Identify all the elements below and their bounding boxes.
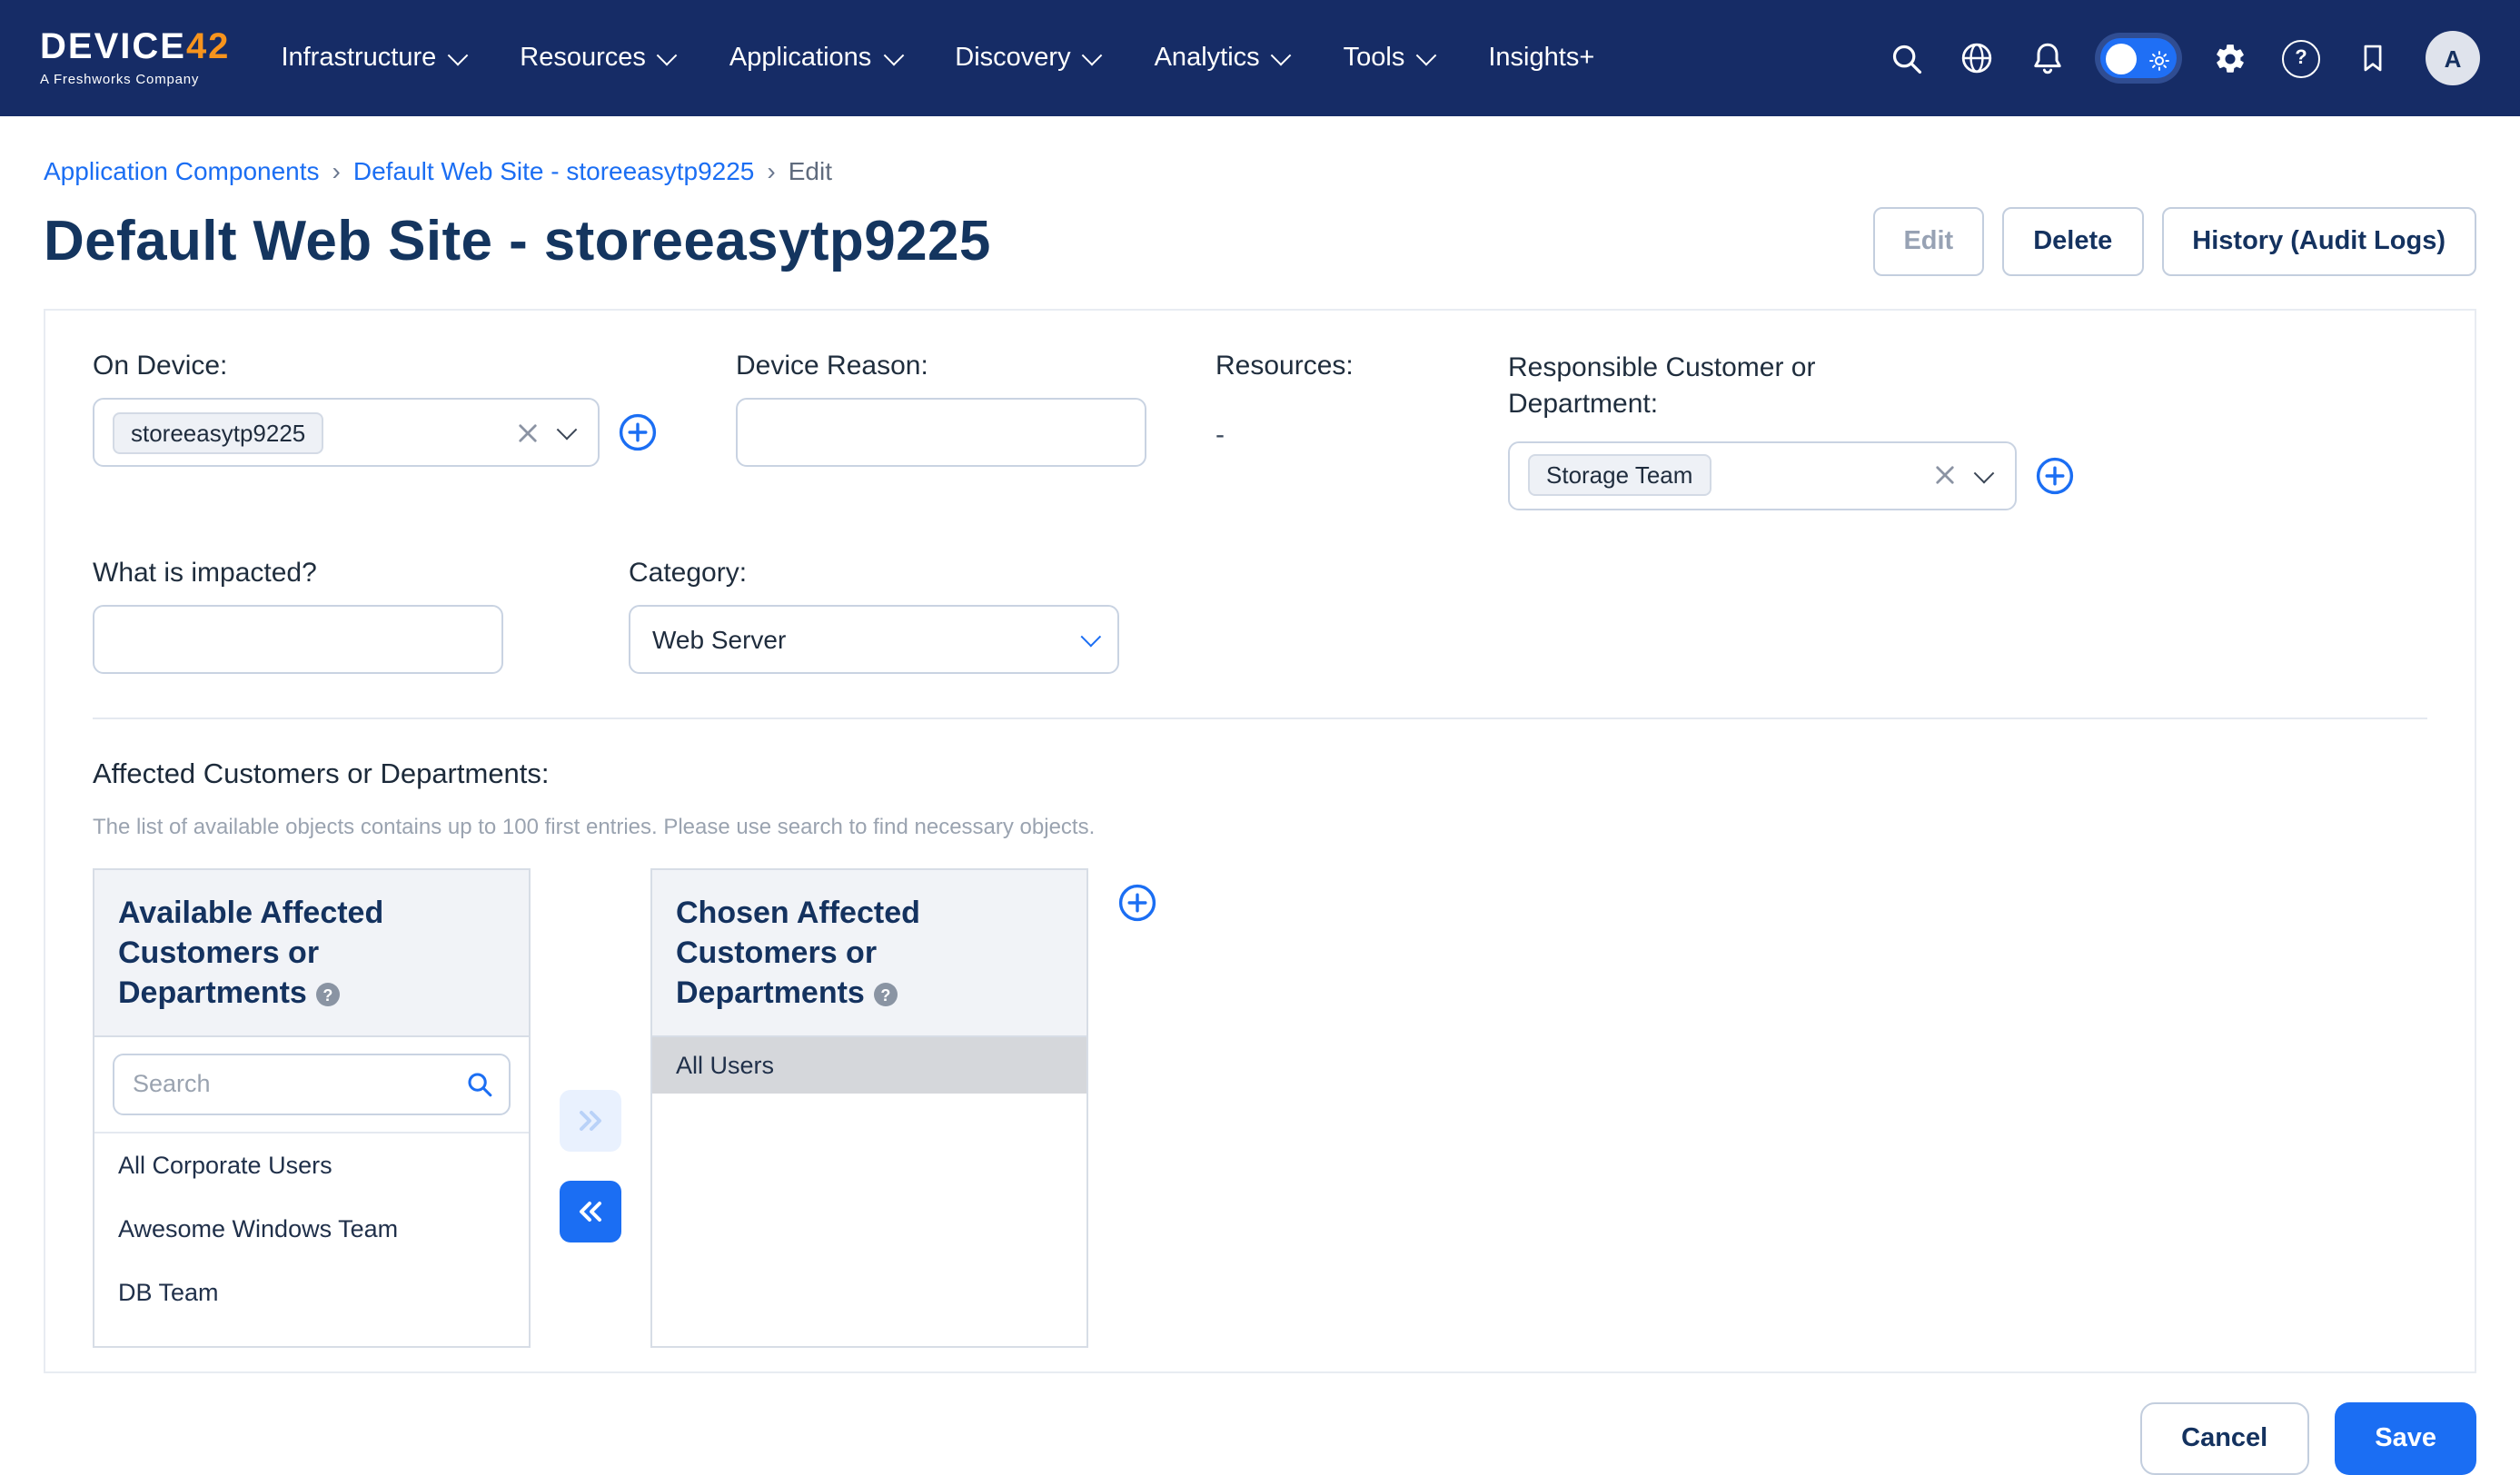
device42-app: DEVICE42 A Freshworks Company Infrastruc… (0, 0, 2520, 1413)
toggle-knob (2106, 43, 2137, 74)
page-title: Default Web Site - storeeasytp9225 (44, 209, 991, 274)
breadcrumb-application-components[interactable]: Application Components (44, 156, 320, 185)
top-navbar: DEVICE42 A Freshworks Company Infrastruc… (0, 0, 2520, 116)
on-device-label: On Device: (93, 351, 227, 381)
chevron-down-icon (448, 45, 469, 66)
sun-icon (2149, 47, 2169, 80)
breadcrumb-separator: › (332, 156, 341, 185)
help-badge-icon[interactable] (316, 983, 340, 1006)
logo-text: DEVICE42 (40, 29, 230, 65)
available-search-wrap (94, 1037, 529, 1133)
available-search-input[interactable] (113, 1054, 511, 1115)
add-device-button[interactable] (618, 412, 658, 452)
responsible-tag[interactable]: Storage Team (1528, 454, 1711, 496)
chosen-panel: Chosen Affected Customers or Departments… (650, 867, 1088, 1348)
bookmark-icon[interactable] (2355, 40, 2391, 76)
available-panel: Available Affected Customers or Departme… (93, 867, 531, 1348)
list-item[interactable]: All Users (652, 1037, 1086, 1094)
chevron-down-icon (1082, 45, 1103, 66)
avatar[interactable]: A (2426, 31, 2480, 85)
device-reason-label: Device Reason: (736, 351, 928, 381)
device-reason-field: Device Reason: (736, 351, 1215, 510)
move-left-button[interactable] (560, 1180, 621, 1242)
search-icon[interactable] (1888, 40, 1924, 76)
move-right-button[interactable] (560, 1089, 621, 1151)
responsible-multiselect[interactable]: Storage Team (1508, 441, 2017, 510)
form-row-1: On Device: storeeasytp9225 Device Rea (93, 351, 2427, 510)
nav-tools[interactable]: Tools (1344, 44, 1434, 73)
page-header: Default Web Site - storeeasytp9225 Edit … (44, 207, 2476, 276)
affected-heading: Affected Customers or Departments: (93, 758, 2427, 791)
main-nav: Infrastructure Resources Applications Di… (281, 44, 1594, 73)
responsible-field: Responsible Customer or Department: Stor… (1508, 351, 2427, 510)
chevron-down-icon (1081, 626, 1102, 647)
breadcrumb: Application Components › Default Web Sit… (44, 156, 2476, 185)
chevron-down-icon (1271, 45, 1292, 66)
available-panel-body: All Corporate Users Awesome Windows Team… (94, 1037, 529, 1346)
chosen-panel-body: All Users (652, 1037, 1086, 1346)
device-reason-input[interactable] (736, 398, 1146, 467)
theme-toggle[interactable] (2100, 38, 2177, 78)
on-device-field: On Device: storeeasytp9225 (93, 351, 736, 510)
on-device-multiselect[interactable]: storeeasytp9225 (93, 398, 600, 467)
affected-hint: The list of available objects contains u… (93, 813, 2427, 838)
edit-button[interactable]: Edit (1872, 207, 1984, 276)
device42-logo[interactable]: DEVICE42 A Freshworks Company (40, 29, 230, 87)
affected-transfer-widget: Available Affected Customers or Departme… (93, 867, 2427, 1348)
available-panel-title: Available Affected Customers or Departme… (118, 895, 383, 1009)
transfer-buttons (560, 1089, 621, 1242)
resources-value: - (1215, 420, 1225, 450)
category-select[interactable]: Web Server (629, 604, 1119, 673)
resources-field: Resources: - (1215, 351, 1508, 510)
on-device-tag[interactable]: storeeasytp9225 (113, 411, 323, 453)
clear-icon[interactable] (1935, 465, 1955, 485)
form-footer: Cancel Save (0, 1373, 2520, 1475)
responsible-label: Responsible Customer or Department: (1508, 351, 1844, 424)
category-value: Web Server (652, 624, 786, 653)
nav-resources[interactable]: Resources (520, 44, 675, 73)
chevron-down-icon (1416, 45, 1437, 66)
resources-label: Resources: (1215, 351, 1354, 381)
chevron-down-icon[interactable] (557, 420, 578, 441)
navbar-actions: A (1888, 31, 2480, 85)
nav-infrastructure[interactable]: Infrastructure (281, 44, 465, 73)
impacted-input[interactable] (93, 604, 503, 673)
chevron-down-icon[interactable] (1974, 462, 1995, 483)
breadcrumb-component[interactable]: Default Web Site - storeeasytp9225 (353, 156, 755, 185)
gear-icon[interactable] (2211, 40, 2247, 76)
help-badge-icon[interactable] (874, 983, 898, 1006)
impacted-field: What is impacted? (93, 557, 629, 673)
form-row-2: What is impacted? Category: Web Server (93, 557, 2427, 673)
clear-icon[interactable] (518, 422, 538, 442)
impacted-label: What is impacted? (93, 557, 317, 588)
nav-analytics[interactable]: Analytics (1155, 44, 1289, 73)
delete-button[interactable]: Delete (2002, 207, 2143, 276)
chevron-down-icon (658, 45, 679, 66)
chosen-panel-header: Chosen Affected Customers or Departments (652, 869, 1086, 1037)
globe-icon[interactable] (1959, 40, 1995, 76)
list-item[interactable]: All Corporate Users (94, 1133, 529, 1197)
list-item[interactable]: Awesome Windows Team (94, 1197, 529, 1261)
edit-form-card: On Device: storeeasytp9225 Device Rea (44, 309, 2476, 1373)
history-audit-logs-button[interactable]: History (Audit Logs) (2161, 207, 2476, 276)
search-icon (465, 1070, 494, 1108)
list-item[interactable]: DB Team (94, 1261, 529, 1324)
help-icon[interactable] (2282, 39, 2320, 77)
nav-insights[interactable]: Insights+ (1488, 44, 1594, 73)
category-field: Category: Web Server (629, 557, 2427, 673)
chevron-down-icon (883, 45, 904, 66)
add-responsible-button[interactable] (2035, 455, 2075, 495)
bell-icon[interactable] (2029, 40, 2066, 76)
header-actions: Edit Delete History (Audit Logs) (1872, 207, 2476, 276)
breadcrumb-separator: › (767, 156, 775, 185)
add-affected-button[interactable] (1117, 882, 1157, 922)
nav-discovery[interactable]: Discovery (955, 44, 1099, 73)
breadcrumb-edit: Edit (789, 156, 832, 185)
section-divider (93, 717, 2427, 718)
nav-applications[interactable]: Applications (729, 44, 900, 73)
category-label: Category: (629, 557, 747, 588)
logo-tagline: A Freshworks Company (40, 71, 230, 87)
available-panel-header: Available Affected Customers or Departme… (94, 869, 529, 1037)
